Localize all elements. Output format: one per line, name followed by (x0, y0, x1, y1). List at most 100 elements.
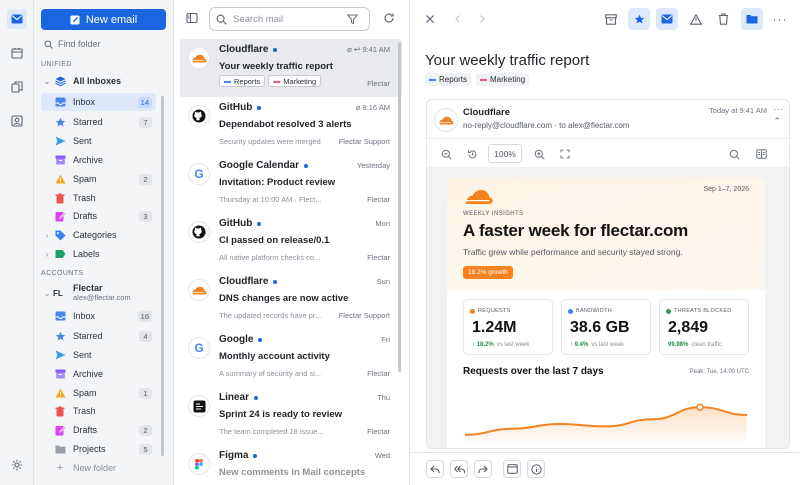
sidebar-item-archive[interactable]: Archive (41, 151, 156, 169)
chevron-down-icon[interactable]: ⌄ (43, 289, 51, 298)
collapse-chevron-up-icon[interactable]: ⌃ (773, 116, 781, 127)
sidebar-scrollbar[interactable] (161, 96, 164, 456)
zoom-in-icon[interactable] (532, 147, 546, 161)
folder-icon (53, 443, 67, 455)
new-email-button[interactable]: New email (41, 9, 166, 30)
list-item[interactable]: GitHub ⌀ 8:16 AM Dependabot resolved 3 al… (180, 97, 402, 155)
mark-unread-mail-icon[interactable] (656, 8, 678, 30)
forward-icon[interactable] (474, 460, 492, 478)
report-spam-warning-icon[interactable] (685, 8, 707, 30)
find-folder-field[interactable]: Find folder (44, 39, 101, 49)
sidebar-item-drafts[interactable]: Drafts 3 (41, 207, 156, 225)
sidebar-item-label: All Inboxes (73, 76, 122, 86)
message-more-icon[interactable]: ··· (773, 104, 783, 115)
tag-reports[interactable]: ▬ Reports (425, 73, 472, 86)
star-icon[interactable] (628, 8, 650, 30)
mail-icon[interactable] (7, 9, 27, 29)
reply-icon[interactable] (426, 460, 444, 478)
tag-marketing[interactable]: ▬ Marketing (268, 75, 322, 87)
list-item[interactable]: GitHub Mon CI passed on release/0.1 All … (180, 213, 402, 271)
settings-gear-icon[interactable] (7, 455, 27, 475)
account-label: Flectar Support (338, 311, 390, 320)
new-folder-button[interactable]: + New folder (41, 459, 156, 477)
account-item-inbox[interactable]: Inbox 16 (41, 307, 156, 325)
app-rail (0, 0, 34, 485)
zoom-out-icon[interactable] (439, 147, 453, 161)
list-item[interactable]: G Google Calendar Yesterday Invitation: … (180, 155, 402, 213)
find-in-message-icon[interactable] (727, 147, 741, 161)
tag-marketing[interactable]: ▬ Marketing (476, 73, 530, 86)
github-logo-avatar (188, 105, 210, 127)
unread-count-badge: 14 (137, 96, 152, 108)
tag-label: Marketing (283, 76, 317, 86)
tag-label: Reports (234, 76, 261, 86)
reader-view-icon[interactable] (754, 147, 768, 161)
tag-reports[interactable]: ▬ Reports (219, 75, 266, 87)
stat-note: clean traffic (691, 342, 722, 348)
list-item[interactable]: Linear Thu Sprint 24 is ready to review … (180, 387, 402, 445)
chevron-right-icon[interactable]: › (43, 231, 51, 240)
account-flectar[interactable]: ⌄ FL Flectar alex@flectar.com (41, 282, 156, 304)
chevron-right-icon[interactable] (471, 8, 493, 30)
account-name: Flectar (73, 283, 103, 293)
reply-all-icon[interactable] (450, 460, 468, 478)
search-input[interactable] (233, 13, 341, 25)
chart-title: Requests over the last 7 days (463, 366, 604, 377)
account-item-spam[interactable]: Spam 1 (41, 384, 156, 402)
search-box[interactable] (209, 7, 370, 31)
stat-card-threats: THREATS BLOCKED 2,849 99.98% clean traffi… (659, 299, 749, 355)
chevron-down-icon[interactable]: ⌄ (43, 77, 51, 86)
list-item[interactable]: G Google Fri Monthly account activity A … (180, 329, 402, 387)
fit-to-screen-icon[interactable] (558, 147, 572, 161)
move-to-folder-icon[interactable] (741, 8, 763, 30)
list-item[interactable]: Cloudflare ⌀ ↩ 9:41 AM Your weekly traffic… (180, 39, 402, 97)
sidebar-item-spam[interactable]: Spam 2 (41, 170, 156, 188)
preview-text: Security updates were merged (219, 137, 321, 146)
open-in-window-icon[interactable] (503, 460, 521, 478)
calendar-icon[interactable] (7, 43, 27, 63)
bandwidth-dot-icon (568, 308, 573, 314)
trash-icon[interactable] (712, 8, 734, 30)
time-label: 9:41 AM (362, 45, 390, 54)
sidebar-item-starred[interactable]: Starred 7 (41, 113, 156, 131)
tag-label: Marketing (490, 75, 526, 84)
list-item[interactable]: Cloudflare Sun DNS changes are now activ… (180, 271, 402, 329)
reset-zoom-icon[interactable] (465, 147, 479, 161)
archive-icon[interactable] (600, 8, 622, 30)
send-icon (53, 349, 67, 361)
sidebar-item-all-inboxes[interactable]: ⌄ All Inboxes (41, 72, 156, 90)
stat-label: REQUESTS (478, 308, 511, 314)
more-options-icon[interactable]: ··· (769, 8, 791, 30)
account-item-projects[interactable]: Projects 5 (41, 440, 156, 458)
sender-address-line: no-reply@cloudflare.com · to alex@flecta… (463, 121, 630, 130)
refresh-icon[interactable] (383, 12, 395, 24)
stat-card-requests: REQUESTS 1.24M ↑ 18.2% vs last week (463, 299, 553, 355)
count-badge: 5 (139, 443, 152, 455)
chevron-left-icon[interactable] (447, 8, 469, 30)
sidebar-item-inbox[interactable]: Inbox 14 (41, 93, 156, 111)
sidebar-item-labels[interactable]: › Labels (41, 245, 156, 263)
files-icon[interactable] (7, 77, 27, 97)
list-scrollbar[interactable] (398, 42, 401, 372)
sidebar-toggle-icon[interactable] (186, 12, 198, 24)
sidebar-item-trash[interactable]: Trash (41, 189, 156, 207)
email-body: Sep 1–7, 2026 WEEKLY INSIGHTS A faster w… (447, 177, 765, 448)
list-item[interactable]: Figma Wed New comments in Mail concepts (180, 445, 402, 485)
filter-icon[interactable] (347, 13, 358, 25)
account-item-trash[interactable]: Trash (41, 402, 156, 420)
sidebar-item-categories[interactable]: › Categories (41, 226, 156, 244)
zoom-toolbar: 100% (427, 138, 789, 166)
sidebar-item-label: Trash (73, 193, 96, 203)
account-item-sent[interactable]: Sent (41, 346, 156, 364)
chevron-right-icon[interactable]: › (43, 250, 51, 259)
account-item-drafts[interactable]: Drafts 2 (41, 421, 156, 439)
contacts-icon[interactable] (7, 111, 27, 131)
zoom-level-field[interactable]: 100% (488, 144, 522, 163)
account-item-starred[interactable]: Starred 4 (41, 327, 156, 345)
sender-name: Google Calendar (219, 160, 300, 171)
close-icon[interactable] (419, 8, 441, 30)
info-icon[interactable] (527, 460, 545, 478)
account-item-archive[interactable]: Archive (41, 365, 156, 383)
compose-icon (70, 15, 80, 24)
sidebar-item-sent[interactable]: Sent (41, 132, 156, 150)
